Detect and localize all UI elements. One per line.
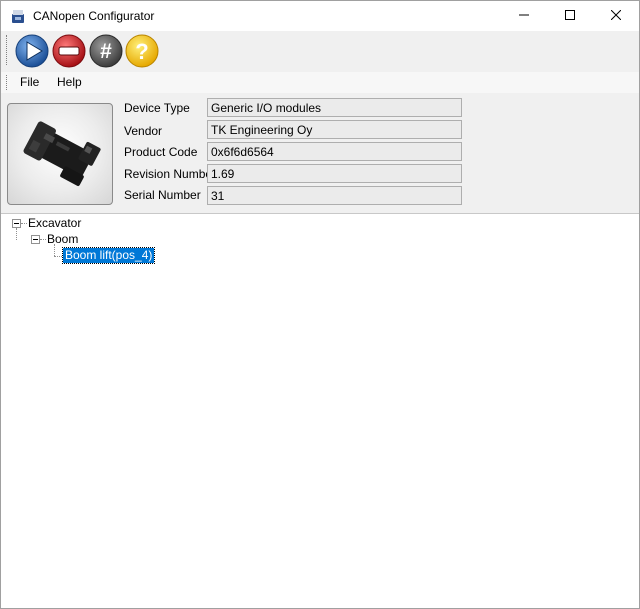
tree-node-boom[interactable]: Boom	[45, 232, 80, 247]
tree-connector	[54, 244, 56, 256]
play-icon	[15, 34, 49, 68]
window-title: CANopen Configurator	[33, 9, 155, 23]
maximize-icon	[565, 9, 575, 23]
toolbar-grip[interactable]	[6, 35, 9, 65]
device-photo	[7, 103, 113, 205]
app-icon	[10, 8, 26, 24]
stop-icon	[52, 34, 86, 68]
help-icon: ?	[125, 34, 159, 68]
toolbar: # ?	[1, 31, 639, 71]
stop-button[interactable]	[52, 34, 86, 68]
revision-number-field[interactable]: 1.69	[207, 164, 462, 183]
start-button[interactable]	[15, 34, 49, 68]
tree-connector	[16, 228, 18, 240]
menu-help[interactable]: Help	[57, 75, 82, 89]
collapse-icon[interactable]	[12, 219, 21, 228]
close-button[interactable]	[593, 1, 639, 31]
maximize-button[interactable]	[547, 1, 593, 31]
device-type-field[interactable]: Generic I/O modules	[207, 98, 462, 117]
close-icon	[610, 9, 622, 23]
serial-number-field[interactable]: 31	[207, 186, 462, 205]
help-button[interactable]: ?	[125, 34, 159, 68]
tree-connector	[54, 256, 62, 258]
product-code-field[interactable]: 0x6f6d6564	[207, 142, 462, 161]
tree-node-excavator[interactable]: Excavator	[26, 216, 83, 231]
hash-icon: #	[89, 34, 123, 68]
main-window: CANopen Configurator # ? File Help Devic…	[0, 0, 640, 609]
menu-file[interactable]: File	[20, 75, 39, 89]
collapse-icon[interactable]	[31, 235, 40, 244]
title-bar[interactable]: CANopen Configurator	[1, 1, 639, 31]
menu-bar: File Help	[1, 72, 639, 93]
serial-number-label: Serial Number	[124, 188, 201, 202]
minimize-button[interactable]	[501, 1, 547, 31]
vendor-label: Vendor	[124, 124, 163, 138]
tree-node-boom-lift[interactable]: Boom lift(pos_4)	[61, 247, 156, 264]
revision-number-label: Revision Number	[124, 167, 217, 181]
minimize-icon	[519, 9, 529, 23]
svg-text:?: ?	[135, 39, 148, 64]
product-code-label: Product Code	[124, 145, 198, 159]
menu-grip[interactable]	[6, 75, 9, 90]
node-tree[interactable]: Excavator Boom Boom lift(pos_4)	[1, 214, 639, 608]
svg-text:#: #	[100, 40, 112, 63]
device-type-label: Device Type	[124, 101, 190, 115]
device-info-panel: Device Type Generic I/O modules Vendor T…	[1, 94, 639, 214]
node-id-button[interactable]: #	[89, 34, 123, 68]
vendor-field[interactable]: TK Engineering Oy	[207, 120, 462, 139]
